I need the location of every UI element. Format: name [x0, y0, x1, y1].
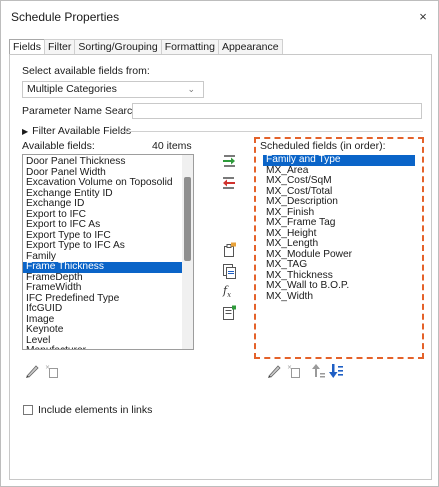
add-field-icon[interactable]: [221, 153, 237, 169]
available-count: 40 items: [152, 140, 192, 152]
filter-available-fields-toggle[interactable]: ▶ Filter Available Fields: [22, 125, 131, 137]
parameter-search-input[interactable]: [132, 103, 422, 119]
tab-appearance[interactable]: Appearance: [217, 39, 283, 55]
tab-fields[interactable]: Fields: [9, 39, 46, 55]
available-fields-scrollbar[interactable]: [182, 155, 193, 349]
available-field-item[interactable]: Exchange ID: [23, 198, 183, 210]
pencil-icon[interactable]: [24, 363, 40, 379]
scroll-thumb[interactable]: [184, 177, 191, 261]
delete-parameter-icon[interactable]: ×: [44, 363, 60, 379]
svg-text:×: ×: [287, 364, 292, 371]
parameter-search-label: Parameter Name Search:: [22, 105, 142, 117]
scheduled-field-item[interactable]: MX_Description: [263, 196, 415, 208]
available-field-item[interactable]: FrameWidth: [23, 282, 183, 294]
scheduled-field-item[interactable]: MX_Wall to B.O.P.: [263, 280, 415, 292]
dialog-title: Schedule Properties: [11, 10, 120, 24]
scheduled-field-item[interactable]: MX_Length: [263, 238, 415, 250]
available-fields-items: Door Panel Thickness Door Panel Width Exca…: [23, 156, 183, 349]
title-bar: Schedule Properties ×: [1, 1, 438, 35]
category-dropdown[interactable]: Multiple Categories ⌄: [22, 81, 204, 98]
delete-parameter-icon[interactable]: ×: [286, 363, 302, 379]
move-down-icon[interactable]: [328, 363, 344, 379]
scheduled-fields-items: Family and Type MX_Area MX_Cost/SqM MX_Cost…: [263, 154, 415, 303]
available-field-item[interactable]: Frame Thickness: [23, 261, 183, 273]
chevron-down-icon: ⌄: [187, 84, 195, 94]
pencil-icon[interactable]: [266, 363, 282, 379]
filter-available-fields-label: Filter Available Fields: [32, 125, 132, 137]
filter-divider: [120, 131, 423, 132]
available-field-item[interactable]: IfcGUID: [23, 303, 183, 315]
available-field-item[interactable]: Keynote: [23, 324, 183, 336]
fields-panel: Select available fields from: Multiple C…: [9, 54, 432, 480]
expand-triangle-icon: ▶: [22, 127, 29, 136]
available-field-item[interactable]: Manufacturer: [23, 345, 183, 349]
available-field-item[interactable]: Excavation Volume on Toposolid: [23, 177, 183, 189]
include-links-label: Include elements in links: [38, 404, 153, 416]
available-field-item[interactable]: Door Panel Thickness: [23, 156, 183, 168]
tab-sorting-grouping[interactable]: Sorting/Grouping: [74, 39, 162, 55]
tab-formatting[interactable]: Formatting: [160, 39, 219, 55]
close-button[interactable]: ×: [414, 8, 432, 26]
remove-field-icon[interactable]: [221, 175, 237, 191]
scheduled-fields-label: Scheduled fields (in order):: [260, 140, 386, 152]
include-links-checkbox[interactable]: [23, 405, 33, 415]
move-up-icon[interactable]: [310, 363, 326, 379]
category-dropdown-value: Multiple Categories: [27, 83, 117, 95]
select-fields-from-label: Select available fields from:: [22, 65, 150, 77]
edit-parameter-icon[interactable]: [221, 305, 237, 321]
tab-strip: Fields Filter Sorting/Grouping Formattin…: [9, 39, 283, 55]
calculated-value-icon[interactable]: fx: [223, 284, 231, 299]
scheduled-field-item[interactable]: MX_TAG: [263, 259, 415, 271]
svg-text:×: ×: [45, 364, 50, 371]
available-field-item[interactable]: Export to IFC As: [23, 219, 183, 231]
new-parameter-icon[interactable]: [221, 242, 237, 258]
scheduled-field-item[interactable]: MX_Cost/SqM: [263, 175, 415, 187]
scheduled-field-item[interactable]: Family and Type: [263, 154, 415, 166]
schedule-properties-dialog: Schedule Properties × Fields Filter Sort…: [0, 0, 439, 487]
scheduled-field-item[interactable]: MX_Width: [263, 291, 415, 303]
tab-filter[interactable]: Filter: [44, 39, 76, 55]
scheduled-fields-list[interactable]: Family and Type MX_Area MX_Cost/SqM MX_Cost…: [262, 154, 416, 350]
available-fields-list[interactable]: Door Panel Thickness Door Panel Width Exca…: [22, 154, 194, 350]
combine-parameters-icon[interactable]: [221, 263, 237, 279]
available-field-item[interactable]: Export Type to IFC As: [23, 240, 183, 252]
available-fields-label: Available fields:: [22, 140, 95, 152]
scheduled-field-item[interactable]: MX_Frame Tag: [263, 217, 415, 229]
